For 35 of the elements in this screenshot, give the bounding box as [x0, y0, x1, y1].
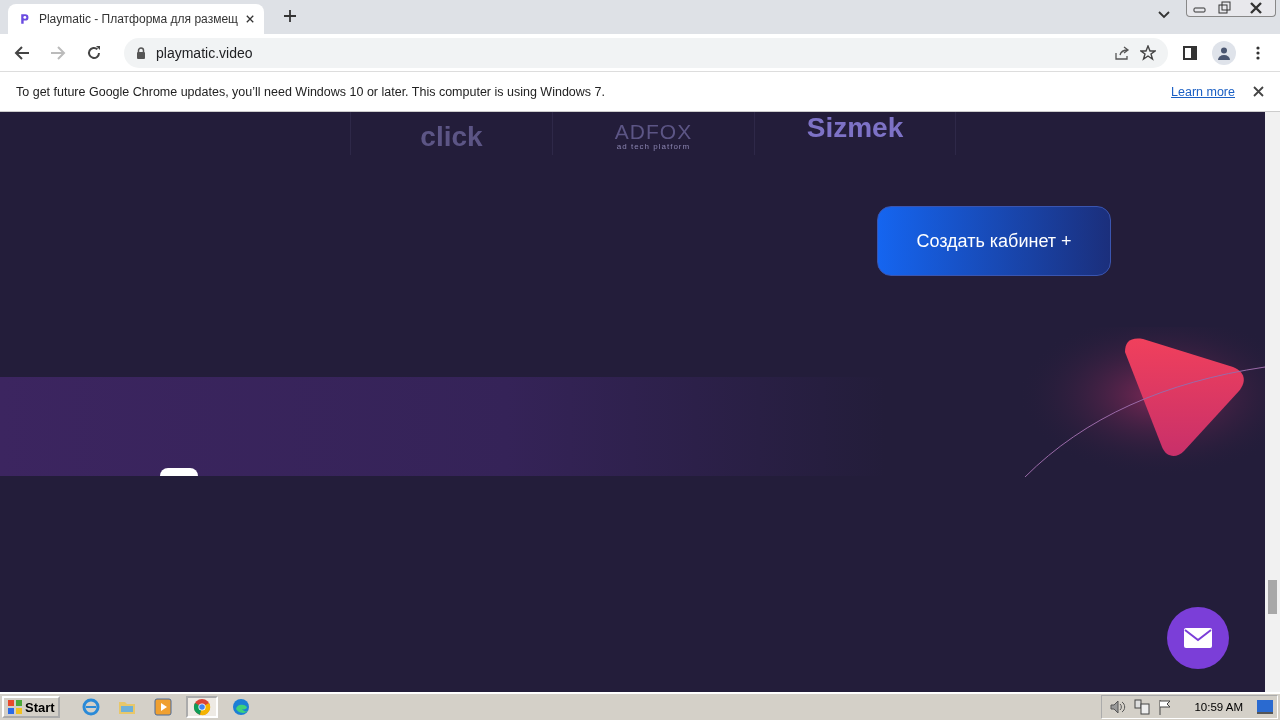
partner-logo: click	[420, 123, 483, 151]
folder-icon	[117, 699, 136, 715]
edge-icon	[231, 698, 250, 716]
partner-logo: ADFOX	[614, 121, 693, 142]
envelope-icon	[1184, 628, 1212, 648]
start-button[interactable]: Start	[2, 696, 60, 718]
flag-icon[interactable]	[1158, 699, 1173, 715]
lock-icon	[136, 46, 146, 59]
plus-icon[interactable]	[283, 9, 297, 23]
close-icon[interactable]	[1253, 86, 1264, 97]
internet-explorer-icon	[81, 698, 100, 716]
profile-icon[interactable]	[1212, 40, 1236, 65]
chrome-icon	[192, 698, 211, 716]
side-panel-icon[interactable]	[1183, 45, 1197, 60]
site-logo-icon	[18, 11, 31, 27]
learn-more-link[interactable]: Learn more	[1171, 84, 1235, 99]
reload-icon[interactable]	[86, 44, 102, 61]
chevron-down-icon[interactable]	[1158, 8, 1170, 20]
share-icon[interactable]	[1114, 44, 1130, 61]
back-icon[interactable]	[14, 44, 30, 61]
partner-logo: Sizmek	[806, 114, 904, 142]
logo-tagline: ad tech platform	[616, 142, 691, 151]
address-bar[interactable]: playmatic.video	[124, 37, 1168, 68]
windows-logo-icon	[7, 699, 23, 715]
clock: 10:59 AM	[1194, 701, 1243, 713]
star-icon[interactable]	[1140, 44, 1156, 61]
taskbar-app[interactable]	[185, 696, 218, 718]
update-message: To get future Google Chrome updates, you’ll need Windows 10 or later. This computer is using Windows 7.	[16, 84, 606, 99]
scrollbar[interactable]	[1265, 112, 1280, 692]
browser-tab[interactable]: Playmatic - Платформа для размещ	[8, 4, 264, 34]
close-icon[interactable]	[245, 14, 254, 24]
create-account-button[interactable]: Создать кабинет +	[877, 206, 1111, 276]
network-icon[interactable]	[1134, 699, 1151, 715]
media-player-icon	[153, 698, 172, 716]
speaker-icon[interactable]	[1110, 700, 1127, 714]
